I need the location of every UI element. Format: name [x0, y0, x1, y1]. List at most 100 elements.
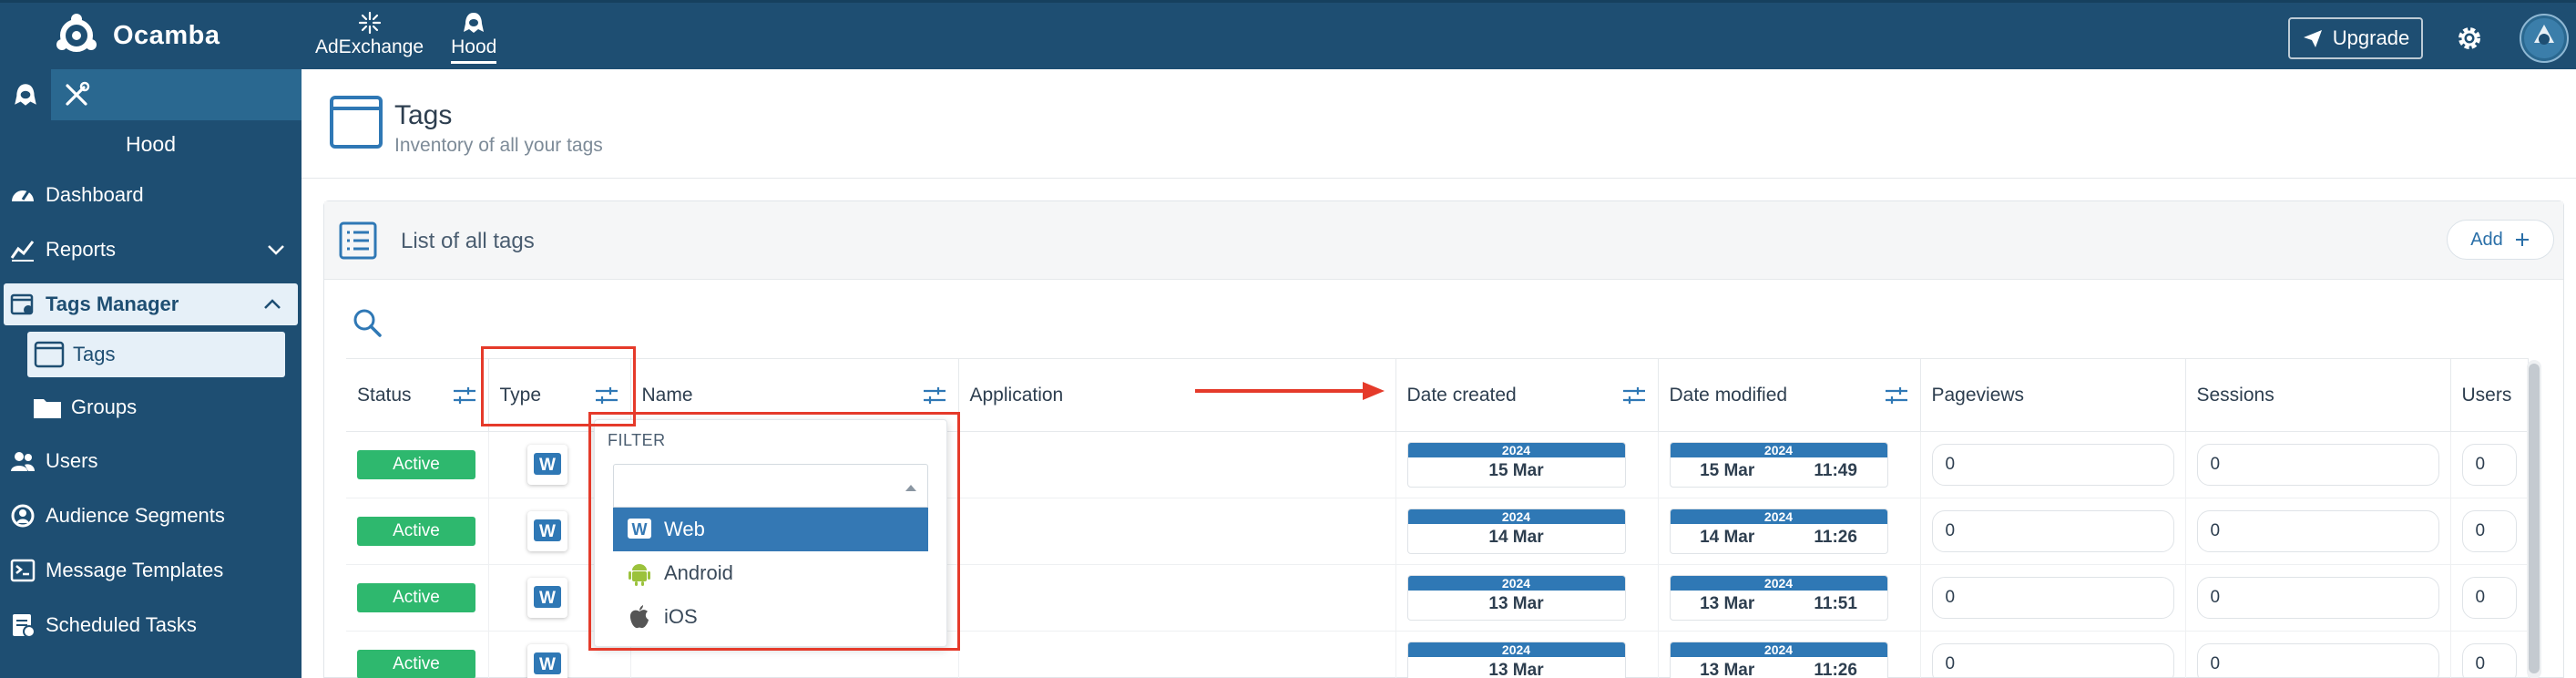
add-button[interactable]: Add	[2447, 220, 2554, 260]
top-bar: Ocamba AdExchange Hood Upgrade	[0, 0, 2576, 69]
column-header-sessions[interactable]: Sessions	[2185, 358, 2451, 432]
web-type-icon: W	[526, 644, 567, 678]
topnav-adexchange[interactable]: AdExchange	[315, 10, 424, 64]
avatar[interactable]	[2520, 14, 2569, 63]
column-label: Date modified	[1669, 384, 1788, 406]
annotation-box-filter-dropdown	[588, 412, 960, 651]
page-header: Tags Inventory of all your tags	[302, 69, 2576, 179]
annotation-arrow-icon	[1195, 382, 1385, 400]
date-created-cell: 2024 13 Mar	[1395, 564, 1659, 632]
browser-window-icon	[330, 96, 383, 149]
sessions-value: 0	[2196, 510, 2439, 552]
card-header: List of all tags Add	[324, 201, 2563, 280]
pageviews-cell: 0	[1920, 431, 2186, 498]
list-icon	[339, 221, 377, 260]
date-modified-cell: 2024 13 Mar 11:51	[1658, 564, 1921, 632]
status-cell: Active	[346, 564, 489, 632]
status-badge[interactable]: Active	[357, 517, 475, 546]
dashboard-icon	[12, 190, 34, 201]
status-badge[interactable]: Active	[357, 450, 475, 479]
users-value: 0	[2461, 577, 2517, 619]
web-type-icon: W	[526, 445, 567, 485]
column-header-date-modified[interactable]: Date modified	[1658, 358, 1921, 432]
date-day-month: 13 Mar	[1700, 594, 1755, 613]
sidebar-item-label: Tags Manager	[46, 293, 179, 315]
sidebar-item-label: Dashboard	[46, 183, 144, 206]
column-header-date-created[interactable]: Date created	[1395, 358, 1659, 432]
scheduled-icon	[13, 614, 36, 638]
users-value: 0	[2461, 444, 2517, 486]
audience-icon	[11, 504, 35, 528]
date-modified-box: 2024 13 Mar 11:26	[1669, 642, 1888, 678]
users-cell: 0	[2450, 498, 2529, 565]
date-day-month: 14 Mar	[1488, 528, 1544, 547]
sidebar-tab-tools[interactable]	[51, 69, 102, 120]
sidebar-item-dashboard[interactable]: Dashboard	[0, 168, 302, 222]
hood-icon	[464, 13, 485, 33]
scrollbar-thumb[interactable]	[2529, 364, 2540, 673]
topnav-hood[interactable]: Hood	[451, 10, 497, 64]
sidebar-item-label: Audience Segments	[46, 504, 225, 527]
column-label: Users	[2461, 384, 2512, 406]
sidebar-item-label: Tags	[73, 343, 116, 365]
topnav-label: AdExchange	[315, 36, 424, 57]
filter-sliders-icon[interactable]	[922, 385, 947, 406]
avatar-image-icon	[2524, 18, 2564, 58]
column-header-users[interactable]: Users	[2450, 358, 2529, 432]
status-badge[interactable]: Active	[357, 583, 475, 612]
date-modified-cell: 2024 14 Mar 11:26	[1658, 498, 1921, 565]
upgrade-label: Upgrade	[2332, 26, 2410, 49]
date-created-box: 2024 13 Mar	[1406, 575, 1626, 621]
web-type-icon: W	[526, 578, 567, 618]
message-icon	[10, 559, 36, 582]
brand[interactable]: Ocamba	[53, 12, 220, 59]
sidebar-item-users[interactable]: Users	[0, 434, 302, 488]
status-badge[interactable]: Active	[357, 650, 475, 678]
date-created-box: 2024 13 Mar	[1406, 642, 1626, 678]
sidebar-item-scheduled-tasks[interactable]: Scheduled Tasks	[0, 598, 302, 652]
sidebar-item-tags-manager[interactable]: Tags Manager	[4, 283, 298, 325]
reports-icon	[10, 241, 35, 262]
filter-sliders-icon[interactable]	[452, 385, 477, 406]
application-cell	[958, 498, 1396, 565]
svg-text:W: W	[539, 456, 556, 475]
column-header-status[interactable]: Status	[346, 358, 489, 432]
column-header-pageviews[interactable]: Pageviews	[1920, 358, 2186, 432]
date-year: 2024	[1407, 443, 1625, 457]
date-created-cell: 2024 15 Mar	[1395, 431, 1659, 498]
pageviews-value: 0	[1931, 643, 2174, 678]
filter-sliders-icon[interactable]	[1884, 385, 1909, 406]
card-title: List of all tags	[401, 229, 535, 253]
ocamba-logo-icon	[56, 14, 97, 52]
page-subtitle: Inventory of all your tags	[394, 135, 603, 156]
search-icon[interactable]	[352, 307, 383, 338]
web-type-icon: W	[526, 511, 567, 551]
date-created-cell: 2024 13 Mar	[1395, 631, 1659, 678]
upgrade-button[interactable]: Upgrade	[2288, 17, 2423, 59]
hood-icon	[15, 84, 36, 106]
date-modified-box: 2024 15 Mar 11:49	[1669, 442, 1888, 488]
date-year: 2024	[1407, 642, 1625, 657]
pageviews-value: 0	[1931, 444, 2174, 486]
sidebar-item-message-templates[interactable]: Message Templates	[0, 543, 302, 598]
sidebar-item-tags[interactable]: Tags	[27, 332, 285, 377]
sidebar-title: Hood	[126, 131, 176, 156]
chevron-up-icon	[264, 299, 281, 309]
date-day-month: 13 Mar	[1488, 594, 1544, 613]
filter-sliders-icon[interactable]	[1621, 385, 1647, 406]
sidebar-item-groups[interactable]: Groups	[0, 381, 302, 434]
tools-icon	[66, 81, 90, 106]
users-icon	[11, 452, 35, 471]
sidebar-tab-hood[interactable]	[0, 69, 51, 120]
pageviews-cell: 0	[1920, 498, 2186, 565]
sidebar-item-reports[interactable]: Reports	[0, 222, 302, 277]
sidebar-item-audience-segments[interactable]: Audience Segments	[0, 488, 302, 543]
sidebar-item-label: Reports	[46, 238, 117, 261]
date-time: 11:51	[1814, 594, 1857, 613]
gear-icon[interactable]	[2454, 23, 2485, 54]
status-cell: Active	[346, 631, 489, 678]
sidebar-item-label: Users	[46, 449, 98, 472]
chevron-down-icon	[268, 245, 284, 255]
tags-icon	[34, 341, 65, 368]
add-label: Add	[2470, 229, 2503, 250]
